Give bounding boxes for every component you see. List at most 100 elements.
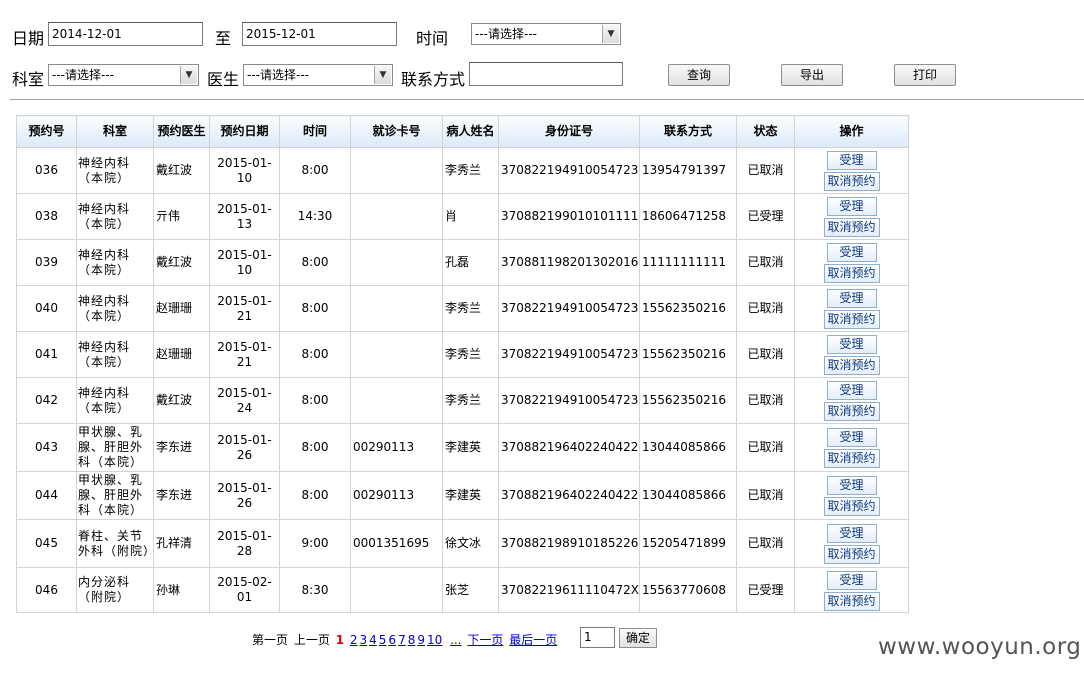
more-pages-link[interactable]: ... xyxy=(450,633,461,647)
cancel-appointment-button[interactable]: 取消预约 xyxy=(823,402,880,421)
cell-id-number: 370822194910054723 xyxy=(497,331,641,378)
cell-actions: 受理 取消预约 xyxy=(794,239,910,286)
cell-phone: 15205471899 xyxy=(639,519,738,568)
col-header: 预约日期 xyxy=(209,115,280,148)
accept-button[interactable]: 受理 xyxy=(826,197,877,216)
page-link[interactable]: 5 xyxy=(379,633,387,647)
appointment-table: 预约号 科室 预约医生 预约日期 时间 就诊卡号 病人姓名 身份证号 联系方式 … xyxy=(16,115,910,613)
cell-patient-name: 肖 xyxy=(442,193,499,240)
cell-actions: 受理 取消预约 xyxy=(794,567,910,613)
cell-id-number: 370822194910054723 xyxy=(497,285,641,332)
col-header: 操作 xyxy=(794,115,910,148)
cancel-appointment-button[interactable]: 取消预约 xyxy=(823,356,880,375)
cancel-appointment-button[interactable]: 取消预约 xyxy=(823,497,880,516)
cell-phone: 15562350216 xyxy=(639,331,738,378)
cell-department: 内分泌科（附院） xyxy=(76,567,154,613)
contact-label: 联系方式 xyxy=(401,70,466,89)
col-header: 身份证号 xyxy=(497,115,641,148)
page-link[interactable]: 8 xyxy=(408,633,416,647)
accept-button[interactable]: 受理 xyxy=(826,381,877,400)
cell-appointment-id: 036 xyxy=(16,147,77,194)
accept-button[interactable]: 受理 xyxy=(826,524,877,543)
cell-patient-name: 李秀兰 xyxy=(442,285,499,332)
prev-page-text: 上一页 xyxy=(293,633,330,647)
cell-patient-name: 张芝 xyxy=(442,567,499,613)
cancel-appointment-button[interactable]: 取消预约 xyxy=(823,591,880,611)
cell-department: 甲状腺、乳腺、肝胆外科（本院） xyxy=(76,471,154,520)
cell-doctor: 李东进 xyxy=(153,423,210,472)
accept-button[interactable]: 受理 xyxy=(826,570,877,590)
cell-status: 已受理 xyxy=(736,567,796,613)
time-select[interactable]: ---请选择--- ▼ xyxy=(471,23,621,45)
date-to-input[interactable]: 2015-12-01 xyxy=(242,22,397,46)
cell-card-number: 00290113 xyxy=(350,471,443,520)
cell-time: 8:00 xyxy=(279,331,351,378)
cancel-appointment-button[interactable]: 取消预约 xyxy=(823,449,880,468)
accept-button[interactable]: 受理 xyxy=(826,289,877,308)
page-link[interactable]: 4 xyxy=(369,633,377,647)
page-link[interactable]: 2 xyxy=(350,633,358,647)
accept-button[interactable]: 受理 xyxy=(826,243,877,262)
go-page-button[interactable]: 确定 xyxy=(619,628,657,648)
col-header: 预约医生 xyxy=(153,115,210,148)
cell-phone: 13044085866 xyxy=(639,423,738,472)
cell-department: 神经内科（本院） xyxy=(76,193,154,240)
cell-doctor: 赵珊珊 xyxy=(153,285,210,332)
cell-department: 甲状腺、乳腺、肝胆外科（本院） xyxy=(76,423,154,472)
query-button[interactable]: 查询 xyxy=(668,64,730,86)
page-link[interactable]: 9 xyxy=(417,633,425,647)
cancel-appointment-button[interactable]: 取消预约 xyxy=(823,310,880,329)
cell-doctor: 戴红波 xyxy=(153,377,210,424)
next-page-link[interactable]: 下一页 xyxy=(467,633,503,647)
export-button[interactable]: 导出 xyxy=(781,64,843,86)
cell-patient-name: 孔磊 xyxy=(442,239,499,286)
cell-card-number xyxy=(350,193,443,240)
cell-id-number: 370822194910054723 xyxy=(497,377,641,424)
cell-status: 已取消 xyxy=(736,147,796,194)
doctor-label: 医生 xyxy=(207,70,240,89)
page-number-input[interactable]: 1 xyxy=(580,627,615,648)
col-header: 科室 xyxy=(76,115,154,148)
print-button[interactable]: 打印 xyxy=(894,64,956,86)
date-from-input[interactable]: 2014-12-01 xyxy=(48,22,203,46)
page-link[interactable]: 6 xyxy=(388,633,396,647)
cancel-appointment-button[interactable]: 取消预约 xyxy=(823,172,880,191)
cell-card-number xyxy=(350,377,443,424)
doctor-select[interactable]: ---请选择--- ▼ xyxy=(243,64,393,86)
cell-status: 已取消 xyxy=(736,239,796,286)
cell-id-number: 370882199010101111 xyxy=(497,193,641,240)
cell-appointment-id: 046 xyxy=(16,567,77,613)
cell-department: 神经内科（本院） xyxy=(76,239,154,286)
accept-button[interactable]: 受理 xyxy=(826,476,877,495)
cell-appointment-id: 042 xyxy=(16,377,77,424)
dept-select[interactable]: ---请选择--- ▼ xyxy=(48,64,199,86)
cell-actions: 受理 取消预约 xyxy=(794,423,910,472)
cell-actions: 受理 取消预约 xyxy=(794,147,910,194)
cell-patient-name: 李建英 xyxy=(442,423,499,472)
cell-card-number: 00290113 xyxy=(350,423,443,472)
last-page-link[interactable]: 最后一页 xyxy=(509,633,557,647)
pagination: 第一页 上一页 1 2 3 4 5 6 7 8 9 10 ... 下一页 最后一页 xyxy=(252,631,559,648)
accept-button[interactable]: 受理 xyxy=(826,335,877,354)
cell-appointment-id: 045 xyxy=(16,519,77,568)
page-link[interactable]: 7 xyxy=(398,633,406,647)
page-link[interactable]: 10 xyxy=(427,633,442,647)
dept-select-value: ---请选择--- xyxy=(52,68,114,82)
contact-input[interactable] xyxy=(469,62,623,86)
table-row: 046 内分泌科（附院） 孙琳 2015-02-01 8:30 张芝 37082219611… xyxy=(16,567,910,613)
cell-doctor: 亓伟 xyxy=(153,193,210,240)
first-page-text: 第一页 xyxy=(252,633,289,647)
time-label: 时间 xyxy=(416,29,449,48)
cell-time: 8:00 xyxy=(279,147,351,194)
page-link[interactable]: 3 xyxy=(360,633,368,647)
cancel-appointment-button[interactable]: 取消预约 xyxy=(823,545,880,564)
accept-button[interactable]: 受理 xyxy=(826,428,877,447)
cancel-appointment-button[interactable]: 取消预约 xyxy=(823,218,880,237)
doctor-select-value: ---请选择--- xyxy=(247,68,309,82)
cancel-appointment-button[interactable]: 取消预约 xyxy=(823,264,880,283)
col-header: 病人姓名 xyxy=(442,115,499,148)
table-row: 042 神经内科（本院） 戴红波 2015-01-24 8:00 李秀兰 370822194… xyxy=(16,377,910,424)
cell-actions: 受理 取消预约 xyxy=(794,285,910,332)
cell-date: 2015-01-10 xyxy=(209,239,280,286)
accept-button[interactable]: 受理 xyxy=(826,151,877,170)
